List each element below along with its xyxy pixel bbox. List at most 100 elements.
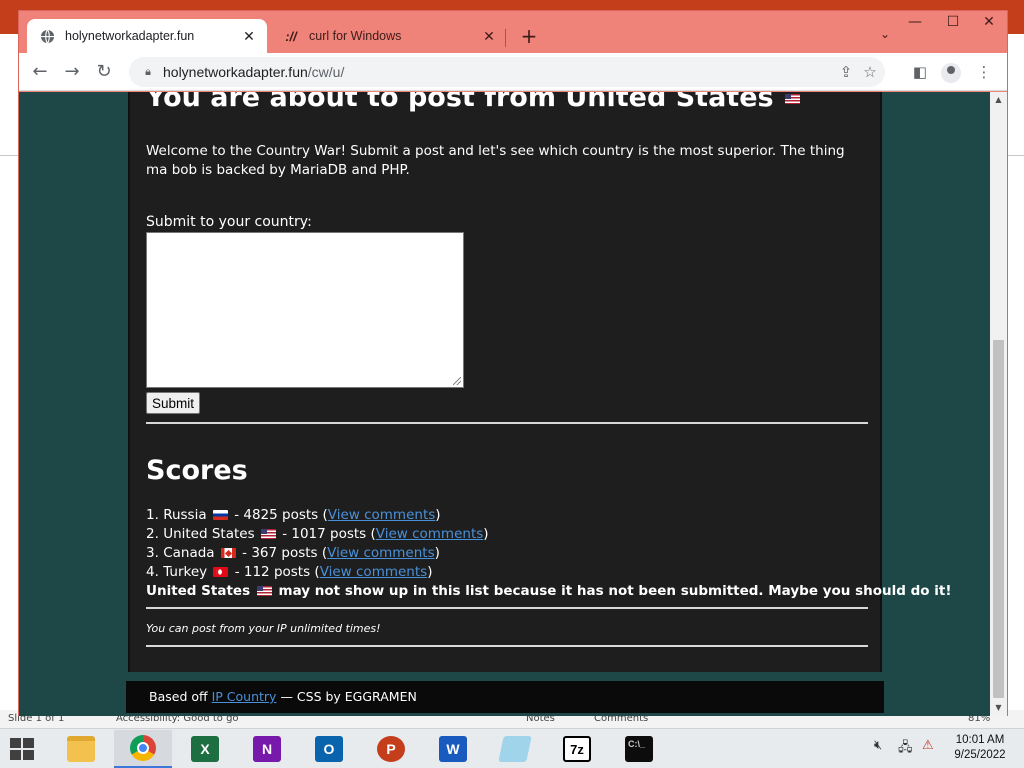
score-posts: - 4825 posts ( — [234, 507, 328, 523]
excel-icon: X — [191, 736, 219, 762]
scrollbar-thumb[interactable] — [993, 340, 1004, 698]
outlook-icon: O — [315, 736, 343, 762]
back-arrow-icon[interactable]: ← — [27, 59, 53, 85]
windows-start-icon[interactable] — [8, 737, 38, 761]
close-window-button[interactable]: ✕ — [969, 11, 1009, 35]
onenote-taskbar-button[interactable]: N — [238, 730, 296, 768]
tab-search-chevron-icon[interactable]: ⌄ — [875, 27, 895, 47]
score-country: Canada — [163, 545, 215, 561]
score-row-canada: 3. Canada - 367 posts (View comments) — [146, 544, 951, 563]
address-bar[interactable]: 🔒︎ holynetworkadapter.fun/cw/u/ ⇪ ☆ — [129, 57, 885, 87]
paren: ) — [435, 507, 441, 523]
browser-window: holynetworkadapter.fun ✕ :// curl for Wi… — [18, 10, 1008, 716]
reload-icon[interactable]: ↻ — [91, 59, 117, 85]
score-row-united-states: 2. United States - 1017 posts (View comm… — [146, 525, 951, 544]
word-icon: W — [439, 736, 467, 762]
score-row-turkey: 4. Turkey - 112 posts (View comments) — [146, 563, 951, 582]
submit-button[interactable]: Submit — [146, 392, 201, 414]
notepad-icon — [498, 736, 532, 762]
tab-title: holynetworkadapter.fun — [65, 29, 195, 43]
page-heading-text: You are about to post from United States — [146, 92, 774, 113]
chrome-taskbar-button[interactable] — [114, 730, 172, 768]
ip-note: You can post from your IP unlimited time… — [146, 622, 381, 635]
word-taskbar-button[interactable]: W — [424, 730, 482, 768]
excel-taskbar-button[interactable]: X — [176, 730, 234, 768]
forward-arrow-icon[interactable]: → — [59, 59, 85, 85]
canada-flag-icon — [220, 548, 236, 558]
page-footer: Based off IP Country — CSS by EGGRAMEN — [126, 681, 884, 713]
tab-curl-for-windows[interactable]: :// curl for Windows ✕ — [271, 19, 507, 53]
tab-strip: holynetworkadapter.fun ✕ :// curl for Wi… — [19, 11, 1007, 53]
close-tab-icon[interactable]: ✕ — [479, 28, 499, 45]
folder-icon — [67, 736, 95, 762]
clock-time: 10:01 AM — [955, 734, 1005, 746]
minimize-button[interactable]: — — [895, 11, 935, 35]
score-country: United States — [163, 526, 255, 542]
scores-heading: Scores — [146, 455, 248, 486]
scroll-up-arrow-icon[interactable]: ▲ — [990, 92, 1007, 108]
view-comments-link-turkey[interactable]: View comments — [320, 564, 428, 580]
page-scrollbar[interactable]: ▲ ▼ — [990, 92, 1007, 716]
tab-separator — [505, 29, 506, 47]
7zip-taskbar-button[interactable]: 7z — [548, 730, 606, 768]
score-rank: 3. — [146, 545, 159, 561]
clock-date: 9/25/2022 — [954, 749, 1006, 761]
ip-country-link[interactable]: IP Country — [212, 689, 277, 704]
file-explorer-taskbar-button[interactable] — [52, 730, 110, 768]
lock-icon[interactable]: 🔒︎ — [133, 65, 163, 79]
paren: ) — [427, 564, 433, 580]
post-textarea[interactable] — [146, 232, 464, 388]
notice-text: may not show up in this list because it … — [278, 583, 952, 599]
view-comments-link-canada[interactable]: View comments — [327, 545, 435, 561]
network-icon[interactable]: 🖧 — [898, 738, 913, 760]
divider — [146, 422, 868, 424]
submit-label: Submit to your country: — [146, 214, 312, 230]
menu-kebab-icon[interactable]: ⋮ — [973, 61, 995, 83]
outlook-taskbar-button[interactable]: O — [300, 730, 358, 768]
terminal-icon: C:\_ — [625, 736, 653, 762]
url-path: /cw/u/ — [307, 64, 345, 80]
us-flag-icon — [260, 529, 276, 539]
share-icon[interactable]: ⇪ — [835, 61, 857, 83]
page-viewport: You are about to post from United States… — [19, 92, 1007, 716]
profile-avatar[interactable] — [941, 63, 961, 83]
divider — [146, 607, 868, 609]
tab-title: curl for Windows — [309, 29, 402, 43]
main-card: You are about to post from United States… — [128, 92, 951, 672]
side-panel-icon[interactable]: ◧ — [909, 61, 931, 83]
onenote-icon: N — [253, 736, 281, 762]
taskbar: X N O P W 7z C:\_ 🔇︎ 🖧 ⚠︎ 10:01 AM 9/25/… — [0, 728, 1024, 768]
powerpoint-icon: P — [377, 736, 405, 762]
score-posts: - 112 posts ( — [234, 564, 320, 580]
welcome-text: Welcome to the Country War! Submit a pos… — [146, 143, 845, 178]
notepad-taskbar-button[interactable] — [486, 730, 544, 768]
score-posts: - 1017 posts ( — [282, 526, 376, 542]
view-comments-link-united-states[interactable]: View comments — [376, 526, 484, 542]
url-text[interactable]: holynetworkadapter.fun/cw/u/ — [163, 64, 344, 80]
close-tab-icon[interactable]: ✕ — [239, 28, 259, 45]
tab-holynetworkadapter[interactable]: holynetworkadapter.fun ✕ — [27, 19, 267, 53]
footer-prefix: Based off — [149, 689, 208, 704]
cmd-taskbar-button[interactable]: C:\_ — [610, 730, 668, 768]
paren: ) — [434, 545, 440, 561]
volume-muted-icon[interactable]: 🔇︎ — [874, 738, 882, 753]
maximize-button[interactable]: ☐ — [933, 11, 973, 35]
score-rank: 1. — [146, 507, 159, 523]
bookmark-star-icon[interactable]: ☆ — [859, 61, 881, 83]
score-rank: 4. — [146, 564, 159, 580]
system-clock[interactable]: 10:01 AM 9/25/2022 — [948, 733, 1012, 763]
not-submitted-notice: United States may not show up in this li… — [146, 582, 951, 601]
chrome-icon — [130, 735, 156, 761]
url-domain: holynetworkadapter.fun — [163, 64, 308, 80]
power-warning-icon[interactable]: ⚠︎ — [922, 738, 934, 753]
7zip-icon: 7z — [563, 736, 591, 762]
powerpoint-taskbar-button[interactable]: P — [362, 730, 420, 768]
scroll-down-arrow-icon[interactable]: ▼ — [990, 700, 1007, 716]
score-rank: 2. — [146, 526, 159, 542]
scores-list: 1. Russia - 4825 posts (View comments) 2… — [146, 506, 951, 601]
new-tab-button[interactable]: + — [517, 25, 541, 49]
divider — [146, 645, 868, 647]
resize-grip-icon[interactable] — [453, 377, 461, 385]
view-comments-link-russia[interactable]: View comments — [328, 507, 436, 523]
paren: ) — [483, 526, 489, 542]
